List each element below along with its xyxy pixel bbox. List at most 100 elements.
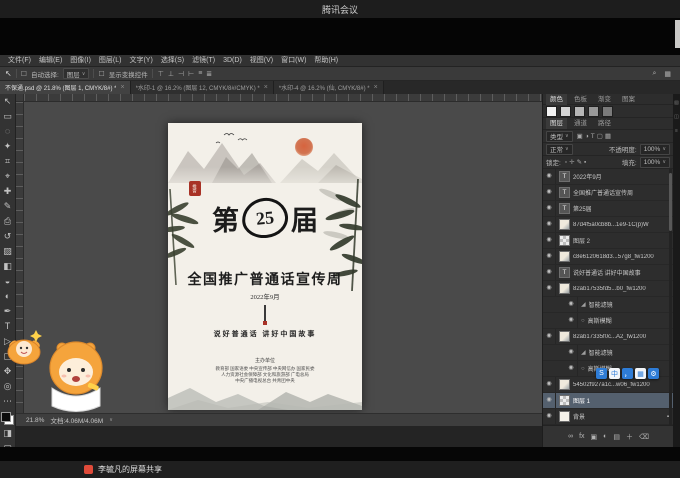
panel-tab-layers[interactable]: 图层 bbox=[546, 118, 567, 129]
layers-scrollbar[interactable] bbox=[669, 169, 672, 425]
eraser-tool[interactable]: ▨ bbox=[0, 244, 15, 259]
blend-mode-dropdown[interactable]: 正常 ∨ bbox=[546, 144, 573, 155]
clone-stamp-tool[interactable]: ⎙ bbox=[0, 214, 15, 229]
align-icon-6[interactable]: ≣ bbox=[205, 70, 213, 78]
menu-item-9[interactable]: 视图(V) bbox=[246, 55, 277, 67]
panel-tab-paths[interactable]: 路径 bbox=[594, 118, 615, 129]
blur-tool[interactable]: ◒ bbox=[0, 274, 15, 289]
lock-image-icon[interactable]: ✎ bbox=[576, 159, 583, 166]
workspace-switcher-icon[interactable]: ▦ bbox=[663, 70, 672, 78]
new-adjustment-layer-icon[interactable]: ◐ bbox=[603, 433, 607, 440]
layer-row[interactable]: ◉背景▪ bbox=[543, 409, 674, 425]
visibility-toggle-icon[interactable]: ◉ bbox=[543, 329, 556, 344]
visibility-toggle-icon[interactable]: ◉ bbox=[565, 345, 578, 360]
visibility-toggle-icon[interactable]: ◉ bbox=[565, 313, 578, 328]
add-layer-mask-icon[interactable]: ▣ bbox=[591, 433, 598, 441]
ime-logo-icon[interactable]: S bbox=[596, 368, 607, 379]
history-brush-tool[interactable]: ↺ bbox=[0, 229, 15, 244]
menu-item-5[interactable]: 文字(Y) bbox=[125, 55, 156, 67]
menu-item-2[interactable]: 编辑(E) bbox=[35, 55, 66, 67]
filter-type-layers-icon[interactable]: T bbox=[590, 133, 596, 140]
layer-row[interactable]: ◉○高斯模糊 bbox=[543, 313, 674, 329]
ime-softkeyboard-icon[interactable]: ▦ bbox=[635, 368, 646, 379]
ime-language-icon[interactable]: 中 bbox=[609, 368, 620, 379]
quick-selection-tool[interactable]: ✦ bbox=[0, 139, 15, 154]
align-icon-3[interactable]: ⊣ bbox=[177, 70, 185, 78]
panel-tab-gradients[interactable]: 渐变 bbox=[594, 94, 615, 105]
lock-all-icon[interactable]: ▪ bbox=[583, 159, 587, 166]
tab-close-icon[interactable]: × bbox=[374, 84, 378, 91]
document-tab[interactable]: 不保通.psd @ 21.8% (图层 1, CMYK/8#) *× bbox=[0, 81, 131, 94]
visibility-toggle-icon[interactable]: ◉ bbox=[543, 169, 556, 184]
tab-close-icon[interactable]: × bbox=[264, 84, 268, 91]
crop-tool[interactable]: ⌗ bbox=[0, 154, 15, 169]
filter-smart-objects-icon[interactable]: ▦ bbox=[604, 133, 612, 140]
dodge-tool[interactable]: ◐ bbox=[0, 289, 15, 304]
layer-row[interactable]: ◉◢智能滤镜 bbox=[543, 297, 674, 313]
layer-row[interactable]: ◉82ab17535fd5...b0_fw1200 bbox=[543, 281, 674, 297]
color-swatch-1[interactable] bbox=[546, 106, 557, 117]
visibility-toggle-icon[interactable]: ◉ bbox=[543, 249, 556, 264]
marquee-tool[interactable]: ▭ bbox=[0, 109, 15, 124]
screen-share-bar[interactable]: 李毓凡的屏幕共享 bbox=[0, 461, 680, 478]
visibility-toggle-icon[interactable]: ◉ bbox=[565, 361, 578, 376]
color-swatch-3[interactable] bbox=[574, 106, 585, 117]
brush-tool[interactable]: ✎ bbox=[0, 199, 15, 214]
ime-settings-icon[interactable]: ⚙ bbox=[648, 368, 659, 379]
visibility-toggle-icon[interactable]: ◉ bbox=[543, 185, 556, 200]
visibility-toggle-icon[interactable]: ◉ bbox=[543, 281, 556, 296]
visibility-toggle-icon[interactable]: ◉ bbox=[565, 297, 578, 312]
filter-shape-layers-icon[interactable]: ▢ bbox=[596, 133, 604, 140]
new-group-icon[interactable]: ▤ bbox=[613, 433, 620, 441]
layer-row[interactable]: ◉T全国推广普通话宣传周 bbox=[543, 185, 674, 201]
visibility-toggle-icon[interactable]: ◉ bbox=[543, 377, 556, 392]
visibility-toggle-icon[interactable]: ◉ bbox=[543, 265, 556, 280]
menu-item-1[interactable]: 文件(F) bbox=[4, 55, 35, 67]
filter-adjustment-layers-icon[interactable]: ◑ bbox=[584, 133, 590, 140]
ime-punctuation-icon[interactable]: ， bbox=[622, 368, 633, 379]
eyedropper-tool[interactable]: ⌖ bbox=[0, 169, 15, 184]
panel-tab-channels[interactable]: 通道 bbox=[570, 118, 591, 129]
visibility-toggle-icon[interactable]: ◉ bbox=[543, 233, 556, 248]
align-icon-4[interactable]: ⊢ bbox=[187, 70, 195, 78]
layer-style-icon[interactable]: fx bbox=[579, 433, 584, 440]
visibility-toggle-icon[interactable]: ◉ bbox=[543, 393, 556, 408]
collapsed-panel-history-icon[interactable]: ▧ bbox=[674, 100, 679, 106]
menu-item-8[interactable]: 3D(D) bbox=[219, 55, 246, 67]
healing-brush-tool[interactable]: ✚ bbox=[0, 184, 15, 199]
visibility-toggle-icon[interactable]: ◉ bbox=[543, 201, 556, 216]
panel-tab-patterns[interactable]: 图案 bbox=[618, 94, 639, 105]
tab-close-icon[interactable]: × bbox=[120, 84, 124, 91]
layer-row[interactable]: ◉T2022年9月 bbox=[543, 169, 674, 185]
color-swatch-5[interactable] bbox=[602, 106, 613, 117]
link-layers-icon[interactable]: ∞ bbox=[568, 433, 573, 440]
new-layer-icon[interactable]: ＋ bbox=[626, 432, 633, 442]
auto-select-checkbox[interactable]: ☐ bbox=[21, 70, 27, 78]
menu-item-11[interactable]: 帮助(H) bbox=[310, 55, 342, 67]
auto-select-dropdown[interactable]: 图层 ∨ bbox=[63, 68, 90, 79]
layer-row[interactable]: ◉c8e6120618d3...57g8_fw1200 bbox=[543, 249, 674, 265]
filter-pixel-layers-icon[interactable]: ▣ bbox=[576, 133, 584, 140]
opacity-dropdown[interactable]: 100% ∨ bbox=[640, 144, 670, 155]
lasso-tool[interactable]: ◌ bbox=[0, 124, 15, 139]
menu-item-7[interactable]: 滤镜(T) bbox=[188, 55, 219, 67]
align-icon-2[interactable]: ⊥ bbox=[167, 70, 175, 78]
collapsed-panel-properties-icon[interactable]: ◫ bbox=[674, 114, 679, 120]
panel-tab-swatches[interactable]: 色板 bbox=[570, 94, 591, 105]
ime-toolbar[interactable]: S中，▦⚙ bbox=[596, 368, 659, 379]
show-transform-checkbox[interactable]: ☐ bbox=[98, 70, 104, 78]
collapsed-panel-info-icon[interactable]: ≡ bbox=[675, 128, 678, 134]
quick-mask-icon[interactable]: ◨ bbox=[0, 426, 15, 441]
align-icon-1[interactable]: ⊤ bbox=[157, 70, 165, 78]
visibility-toggle-icon[interactable]: ◉ bbox=[543, 217, 556, 232]
color-swatch-4[interactable] bbox=[588, 106, 599, 117]
fill-dropdown[interactable]: 100% ∨ bbox=[640, 157, 670, 168]
anime-desktop-sticker[interactable] bbox=[6, 322, 110, 418]
menu-item-6[interactable]: 选择(S) bbox=[157, 55, 188, 67]
panel-tab-color[interactable]: 颜色 bbox=[546, 94, 567, 105]
layer-row[interactable]: ◉T说好普通话 讲好中国故事 bbox=[543, 265, 674, 281]
menu-item-3[interactable]: 图像(I) bbox=[66, 55, 95, 67]
color-swatch-2[interactable] bbox=[560, 106, 571, 117]
lock-position-icon[interactable]: ✛ bbox=[568, 159, 575, 166]
layer-row[interactable]: ◉图层 2 bbox=[543, 233, 674, 249]
